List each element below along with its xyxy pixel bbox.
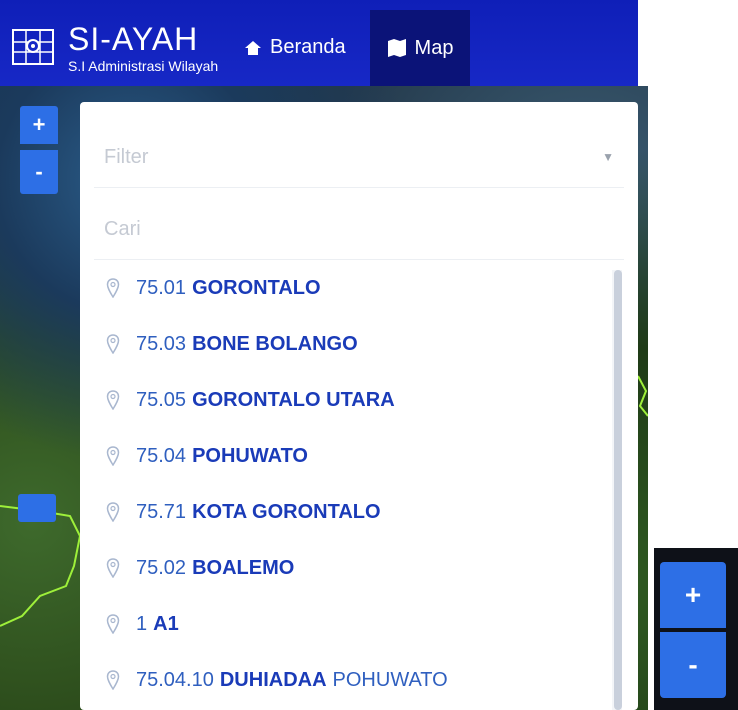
- map-pin-icon: [106, 446, 120, 466]
- item-extra: POHUWATO: [332, 668, 448, 691]
- list-item[interactable]: 75.04.10 DUHIADAA POHUWATO: [106, 660, 448, 700]
- nav-home-label: Beranda: [270, 36, 346, 58]
- map-pin-icon: [106, 334, 120, 354]
- item-code: 75.03: [136, 332, 187, 355]
- search-input[interactable]: [104, 214, 604, 244]
- item-name: A1: [153, 612, 179, 635]
- nav-home-link[interactable]: Beranda: [244, 36, 346, 59]
- map-pin-icon: [106, 558, 120, 578]
- item-name: KOTA GORONTALO: [192, 500, 381, 523]
- list-item[interactable]: 75.03 BONE BOLANGO: [106, 324, 358, 364]
- map-pin-icon: [106, 502, 120, 522]
- item-code: 75.04.10: [136, 668, 214, 691]
- zoom-in-button-large[interactable]: +: [660, 562, 726, 628]
- map-pin-icon: [106, 390, 120, 410]
- zoom-in-button[interactable]: +: [20, 106, 58, 144]
- home-icon: [245, 40, 261, 55]
- item-code: 75.01: [136, 276, 187, 299]
- item-name: POHUWATO: [192, 444, 308, 467]
- map-pin-icon: [106, 278, 120, 298]
- filter-select[interactable]: Filter ▼: [94, 126, 624, 188]
- region-panel: Filter ▼ 75.01 GORONTALO 75.03 BONE BOLA…: [80, 102, 638, 710]
- item-name: GORONTALO UTARA: [192, 388, 395, 411]
- app-title: SI-AYAH: [68, 21, 199, 57]
- map-grid-icon[interactable]: [10, 24, 56, 70]
- item-code: 1: [136, 612, 148, 635]
- search-box: [94, 198, 624, 260]
- list-item[interactable]: 1 A1: [106, 604, 179, 644]
- list-item[interactable]: 75.05 GORONTALO UTARA: [106, 380, 395, 420]
- list-item[interactable]: 75.02 BOALEMO: [106, 548, 294, 588]
- list-item[interactable]: 75.71 KOTA GORONTALO: [106, 492, 381, 532]
- nav-map-link[interactable]: Map: [370, 10, 470, 86]
- item-code: 75.71: [136, 500, 187, 523]
- caret-down-icon: ▼: [602, 150, 614, 164]
- item-name: GORONTALO: [192, 276, 321, 299]
- filter-placeholder: Filter: [104, 146, 149, 168]
- list-item[interactable]: 75.04 POHUWATO: [106, 436, 308, 476]
- map-icon: [387, 39, 406, 57]
- item-name: BOALEMO: [192, 556, 295, 579]
- item-name: DUHIADAA: [219, 668, 327, 691]
- item-code: 75.02: [136, 556, 187, 579]
- nav-map-label: Map: [414, 36, 454, 59]
- zoom-out-button[interactable]: -: [20, 150, 58, 194]
- map-control-button[interactable]: [18, 494, 56, 522]
- brand[interactable]: SI-AYAH S.I Administrasi Wilayah: [68, 22, 218, 74]
- map-pin-icon: [106, 614, 120, 634]
- app-subtitle: S.I Administrasi Wilayah: [68, 58, 219, 74]
- map-pin-icon: [106, 670, 120, 690]
- item-code: 75.04: [136, 444, 187, 467]
- item-name: BONE BOLANGO: [192, 332, 358, 355]
- navbar: SI-AYAH S.I Administrasi Wilayah Beranda…: [0, 0, 638, 86]
- zoom-out-button-large[interactable]: -: [660, 632, 726, 698]
- item-code: 75.05: [136, 388, 187, 411]
- scrollbar-thumb[interactable]: [614, 270, 622, 710]
- list-item[interactable]: 75.01 GORONTALO: [106, 268, 321, 308]
